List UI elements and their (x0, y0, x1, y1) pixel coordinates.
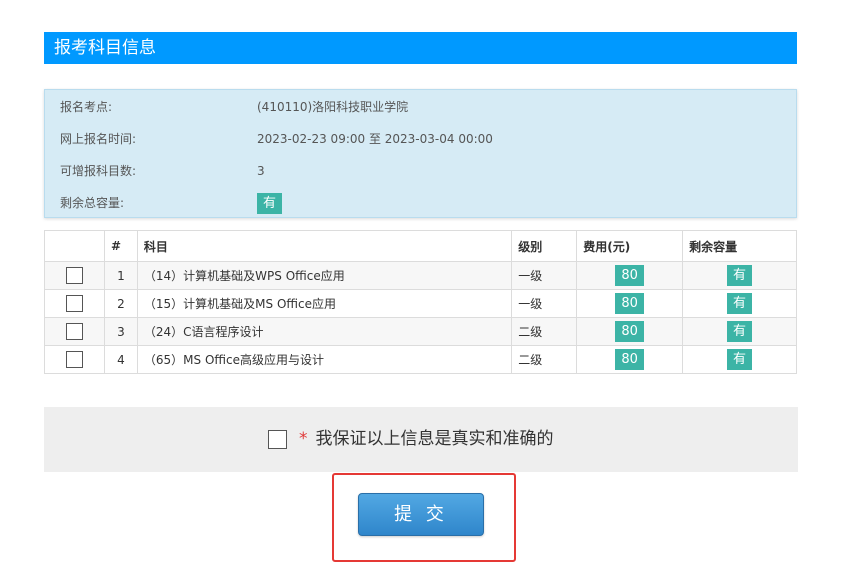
fee-badge: 80 (615, 349, 644, 370)
info-row-count: 可增报科目数: 3 (45, 159, 796, 183)
capacity-label: 剩余总容量: (60, 196, 125, 210)
section-title: 报考科目信息 (44, 32, 797, 64)
confirm-statement: * 我保证以上信息是真实和准确的 (268, 427, 554, 451)
row-subject: （65）MS Office高级应用与设计 (136, 345, 513, 374)
time-value: 2023-02-23 09:00 至 2023-03-04 00:00 (257, 132, 493, 146)
capacity-badge: 有 (257, 193, 283, 214)
header-fee: 费用(元) (576, 230, 684, 262)
info-row-capacity: 剩余总容量: 有 (45, 191, 796, 215)
table-row: 4 （65）MS Office高级应用与设计 二级 80 有 (44, 345, 797, 374)
capacity-badge: 有 (727, 293, 753, 314)
row-index: 1 (103, 261, 138, 290)
header-capacity: 剩余容量 (682, 230, 797, 262)
row-subject: （24）C语言程序设计 (136, 317, 513, 346)
info-row-site: 报名考点: (410110)洛阳科技职业学院 (45, 95, 796, 119)
row-index: 4 (103, 345, 138, 374)
subject-checkbox-3[interactable] (65, 323, 83, 340)
header-subject: 科目 (136, 230, 513, 262)
time-label: 网上报名时间: (60, 132, 137, 146)
site-label: 报名考点: (60, 100, 113, 114)
confirm-text: 我保证以上信息是真实和准确的 (315, 429, 554, 449)
subject-checkbox-1[interactable] (65, 267, 83, 284)
row-index: 2 (103, 289, 138, 318)
row-level: 一级 (511, 289, 578, 318)
fee-badge: 80 (615, 321, 644, 342)
table-header-row: # 科目 级别 费用(元) 剩余容量 (44, 230, 797, 262)
fee-badge: 80 (615, 265, 644, 286)
row-subject: （14）计算机基础及WPS Office应用 (136, 261, 513, 290)
fee-badge: 80 (615, 293, 644, 314)
table-row: 2 （15）计算机基础及MS Office应用 一级 80 有 (44, 289, 797, 318)
row-subject: （15）计算机基础及MS Office应用 (136, 289, 513, 318)
header-level: 级别 (511, 230, 578, 262)
capacity-badge: 有 (727, 265, 753, 286)
capacity-badge: 有 (727, 349, 753, 370)
confirm-checkbox[interactable] (268, 429, 287, 449)
table-row: 3 （24）C语言程序设计 二级 80 有 (44, 317, 797, 346)
capacity-badge: 有 (727, 321, 753, 342)
table-row: 1 （14）计算机基础及WPS Office应用 一级 80 有 (44, 261, 797, 290)
site-value: (410110)洛阳科技职业学院 (257, 100, 409, 114)
confirm-bar: * 我保证以上信息是真实和准确的 (44, 407, 798, 472)
header-select (44, 230, 105, 262)
exam-info-panel: 报名考点: (410110)洛阳科技职业学院 网上报名时间: 2023-02-2… (44, 89, 797, 218)
info-row-time: 网上报名时间: 2023-02-23 09:00 至 2023-03-04 00… (45, 127, 796, 151)
submit-button[interactable]: 提 交 (358, 493, 484, 536)
count-label: 可增报科目数: (60, 164, 137, 178)
count-value: 3 (257, 164, 265, 178)
row-level: 二级 (511, 317, 578, 346)
subject-checkbox-2[interactable] (65, 295, 83, 312)
row-level: 一级 (511, 261, 578, 290)
row-level: 二级 (511, 345, 578, 374)
subject-checkbox-4[interactable] (65, 351, 83, 368)
row-index: 3 (103, 317, 138, 346)
header-index: # (103, 230, 138, 262)
subject-table: # 科目 级别 费用(元) 剩余容量 1 （14）计算机基础及WPS Offic… (44, 230, 797, 374)
required-star: * (299, 429, 308, 449)
